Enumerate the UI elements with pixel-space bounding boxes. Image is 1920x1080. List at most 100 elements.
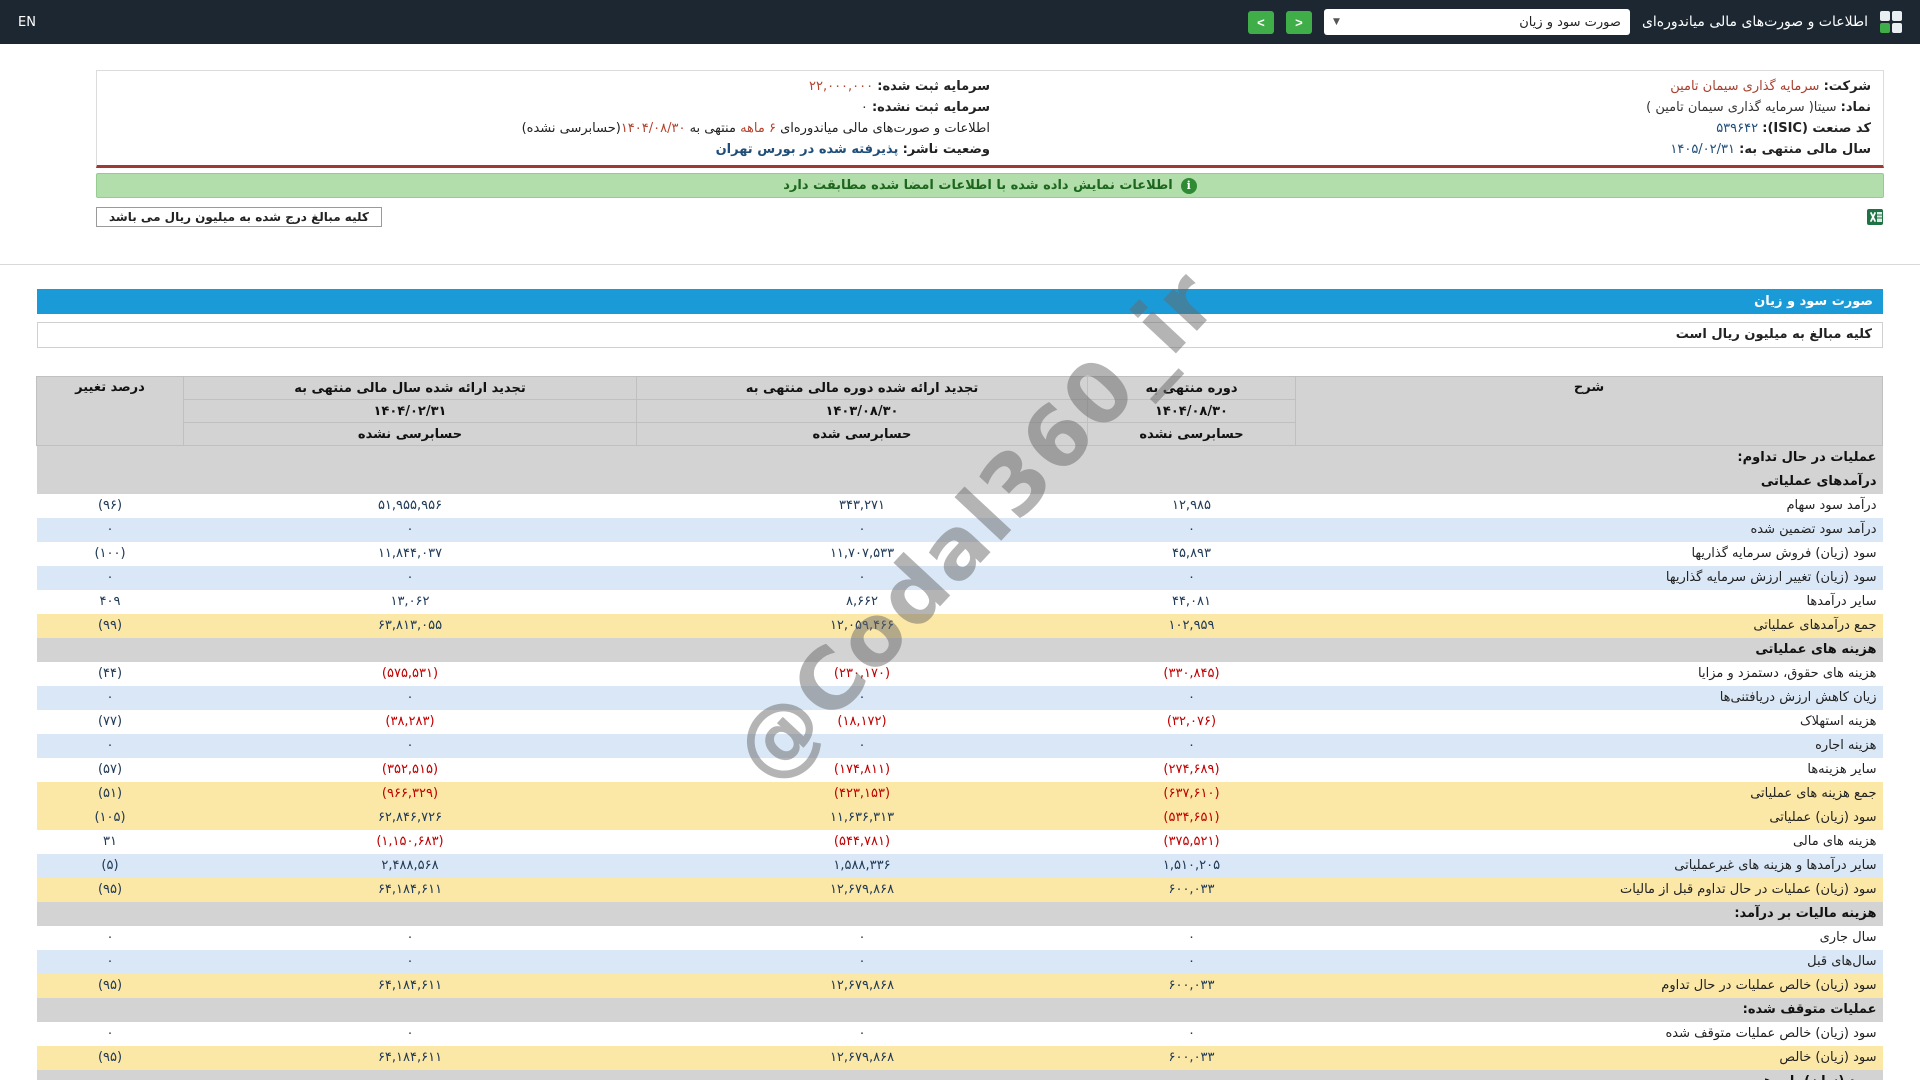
company-name-row: شرکت: سرمایه گذاری سیمان تامین [1670, 79, 1871, 94]
row-value: (۳۷۵,۵۲۱) [1163, 834, 1220, 849]
period-end-date: ۱۴۰۴/۰۸/۳۰ [620, 121, 686, 136]
row-description: جمع درآمدهای عملیاتی [1753, 618, 1877, 633]
signature-alert-text: اطلاعات نمایش داده شده با اطلاعات امضا ش… [783, 178, 1173, 193]
table-row: سود (زیان) فروش سرمایه گذاریها ۴۵,۸۹۳ ۱۱,۷… [36, 541, 1883, 566]
table-section-row: هزینه مالیات بر درآمد: [36, 901, 1883, 926]
row-value: (۳۵۲,۵۱۵) [381, 762, 439, 777]
row-description: جمع هزینه های عملیاتی [1750, 786, 1877, 801]
meta-row: کلیه مبالغ درج شده به میلیون ریال می باش… [96, 206, 1884, 228]
row-description: عملیات در حال تداوم: [1737, 450, 1877, 466]
row-value [1088, 446, 1296, 470]
row-change-percent: ۰ [106, 570, 114, 585]
row-value: ۳۴۳,۲۷۱ [838, 498, 886, 513]
row-value [184, 638, 637, 662]
row-value [637, 470, 1088, 494]
row-change-percent: ۰ [106, 522, 114, 537]
row-value: ۶۴,۱۸۴,۶۱۱ [377, 978, 443, 993]
row-value: ۰ [406, 738, 414, 753]
row-change-percent: ۳۱ [103, 834, 117, 849]
row-value: ۶۰۰,۰۳۳ [1168, 882, 1215, 897]
row-value [184, 902, 637, 926]
row-description: سود (زیان) خالص عملیات متوقف شده [1665, 1026, 1877, 1041]
row-value: ۰ [858, 930, 866, 945]
row-value: ۰ [406, 570, 414, 585]
row-change-percent: (۹۶) [97, 498, 123, 513]
symbol-row: نماد: سیتا( سرمایه گذاری سیمان تامین ) [1646, 100, 1871, 115]
row-value [637, 998, 1088, 1022]
navbar-right-group: اطلاعات و صورت‌های مالی میاندوره‌ای صورت… [1247, 9, 1902, 35]
statement-title-bar: صورت سود و زیان [37, 289, 1883, 314]
table-row: سایر درآمدها و هزینه های غیرعملیاتی ۱,۵۱۰… [36, 853, 1883, 878]
row-value: (۵۴۴,۷۸۱) [833, 834, 891, 849]
row-change-percent: ۰ [106, 690, 114, 705]
row-change-percent: ۰ [106, 954, 114, 969]
row-change-percent: (۵۱) [97, 786, 123, 801]
row-change-percent: (۵۷) [97, 762, 123, 777]
row-value: ۴۴,۰۸۱ [1171, 594, 1212, 609]
row-value: ۵۱,۹۵۵,۹۵۶ [377, 498, 443, 513]
column-header-current-period-audit: حسابرسی نشده [1087, 422, 1296, 446]
row-value: ۶۰۰,۰۳۳ [1168, 978, 1215, 993]
excel-export-icon[interactable] [1866, 208, 1884, 226]
row-value: ۰ [1188, 690, 1195, 705]
row-value: ۸,۶۶۲ [845, 594, 879, 609]
table-section-row: هزینه های عملیاتی [36, 637, 1883, 662]
table-row: سود (زیان) خالص ۶۰۰,۰۳۳ ۱۲,۶۷۹,۸۶۸ ۶۴,۱۸۴,۶… [36, 1045, 1883, 1070]
next-statement-button[interactable]: > [1247, 10, 1274, 34]
registered-capital-row: سرمایه ثبت شده: ۲۲,۰۰۰,۰۰۰ [809, 79, 990, 94]
table-row: سال‌های قبل ۰ ۰ ۰ ۰ [36, 949, 1883, 974]
row-description: سایر هزینه‌ها [1807, 762, 1877, 777]
row-value: ۰ [858, 570, 866, 585]
row-value: ۶۲,۸۴۶,۷۲۶ [377, 810, 443, 825]
row-value: ۱۲,۶۷۹,۸۶۸ [829, 882, 895, 897]
row-value: (۶۳۷,۶۱۰) [1163, 786, 1220, 801]
row-value [1088, 638, 1296, 662]
row-value: ۱۱,۶۳۶,۳۱۳ [829, 810, 895, 825]
row-description: درآمدهای عملیاتی [1760, 474, 1877, 489]
row-value [1088, 902, 1296, 926]
row-value [1088, 470, 1296, 494]
row-change-percent: (۱۰۰) [94, 546, 126, 561]
page-title: اطلاعات و صورت‌های مالی میاندوره‌ای [1641, 14, 1868, 30]
row-value: (۱۷۴,۸۱۱) [833, 762, 891, 777]
profit-loss-table: شرح دوره منتهی به تجدید ارائه شده دوره م… [36, 376, 1883, 1080]
row-description: زیان کاهش ارزش دریافتنی‌ها [1719, 690, 1877, 705]
row-value [637, 446, 1088, 470]
language-toggle[interactable]: EN [18, 15, 36, 30]
column-header-description: شرح [1295, 376, 1883, 446]
row-value: ۲,۴۸۸,۵۶۸ [381, 858, 439, 873]
table-row: سود (زیان) عملیات در حال تداوم قبل از ما… [36, 877, 1883, 902]
statement-section: صورت سود و زیان کلیه مبالغ به میلیون ریا… [36, 289, 1883, 1080]
row-description: هزینه مالیات بر درآمد: [1734, 906, 1877, 921]
row-value: ۰ [858, 1026, 866, 1041]
fiscal-year-row: سال مالی منتهی به: ۱۴۰۵/۰۲/۳۱ [1670, 142, 1871, 157]
row-value: (۴۲۳,۱۵۳) [833, 786, 891, 801]
previous-statement-button[interactable]: < [1285, 10, 1312, 34]
statement-type-selected-value: صورت سود و زیان [1519, 14, 1621, 30]
row-value: ۴۵,۸۹۳ [1171, 546, 1212, 561]
registered-capital-value: ۲۲,۰۰۰,۰۰۰ [809, 79, 874, 94]
navbar-left-group: EN [18, 15, 36, 30]
symbol-value: سیتا( سرمایه گذاری سیمان تامین ) [1646, 100, 1837, 115]
row-description: سود (زیان) عملیاتی [1769, 810, 1877, 825]
row-description: هزینه استهلاک [1800, 714, 1877, 729]
row-change-percent [37, 1070, 184, 1080]
row-change-percent [37, 902, 184, 926]
row-description: هزینه های مالی [1792, 834, 1877, 849]
row-value: (۳۸,۲۸۳) [385, 714, 435, 729]
table-section-row: درآمدهای عملیاتی [36, 469, 1883, 494]
row-description: سود (زیان) خالص عملیات در حال تداوم [1661, 978, 1877, 993]
column-header-restated-period-audit: حسابرسی شده [636, 422, 1088, 446]
info-icon: i [1180, 177, 1197, 194]
amounts-unit-note-box: کلیه مبالغ درج شده به میلیون ریال می باش… [96, 207, 382, 227]
statement-table-body: عملیات در حال تداوم: درآمدهای عملیاتی درآم… [36, 445, 1883, 1080]
codal-logo-icon[interactable] [1880, 11, 1902, 33]
row-value [1088, 1070, 1296, 1080]
publisher-status-row: وضعیت ناشر: پذیرفته شده در بورس تهران [715, 142, 990, 157]
period-duration: ۶ ماهه [740, 121, 776, 136]
column-header-restated-year-date: ۱۴۰۴/۰۲/۳۱ [183, 399, 637, 423]
statement-type-select[interactable]: صورت سود و زیان ▼ [1323, 9, 1630, 35]
row-description: سود (زیان) خالص [1779, 1050, 1877, 1065]
row-description: سود (زیان) فروش سرمایه گذاریها [1691, 546, 1877, 561]
fiscal-year-value: ۱۴۰۵/۰۲/۳۱ [1670, 142, 1735, 157]
